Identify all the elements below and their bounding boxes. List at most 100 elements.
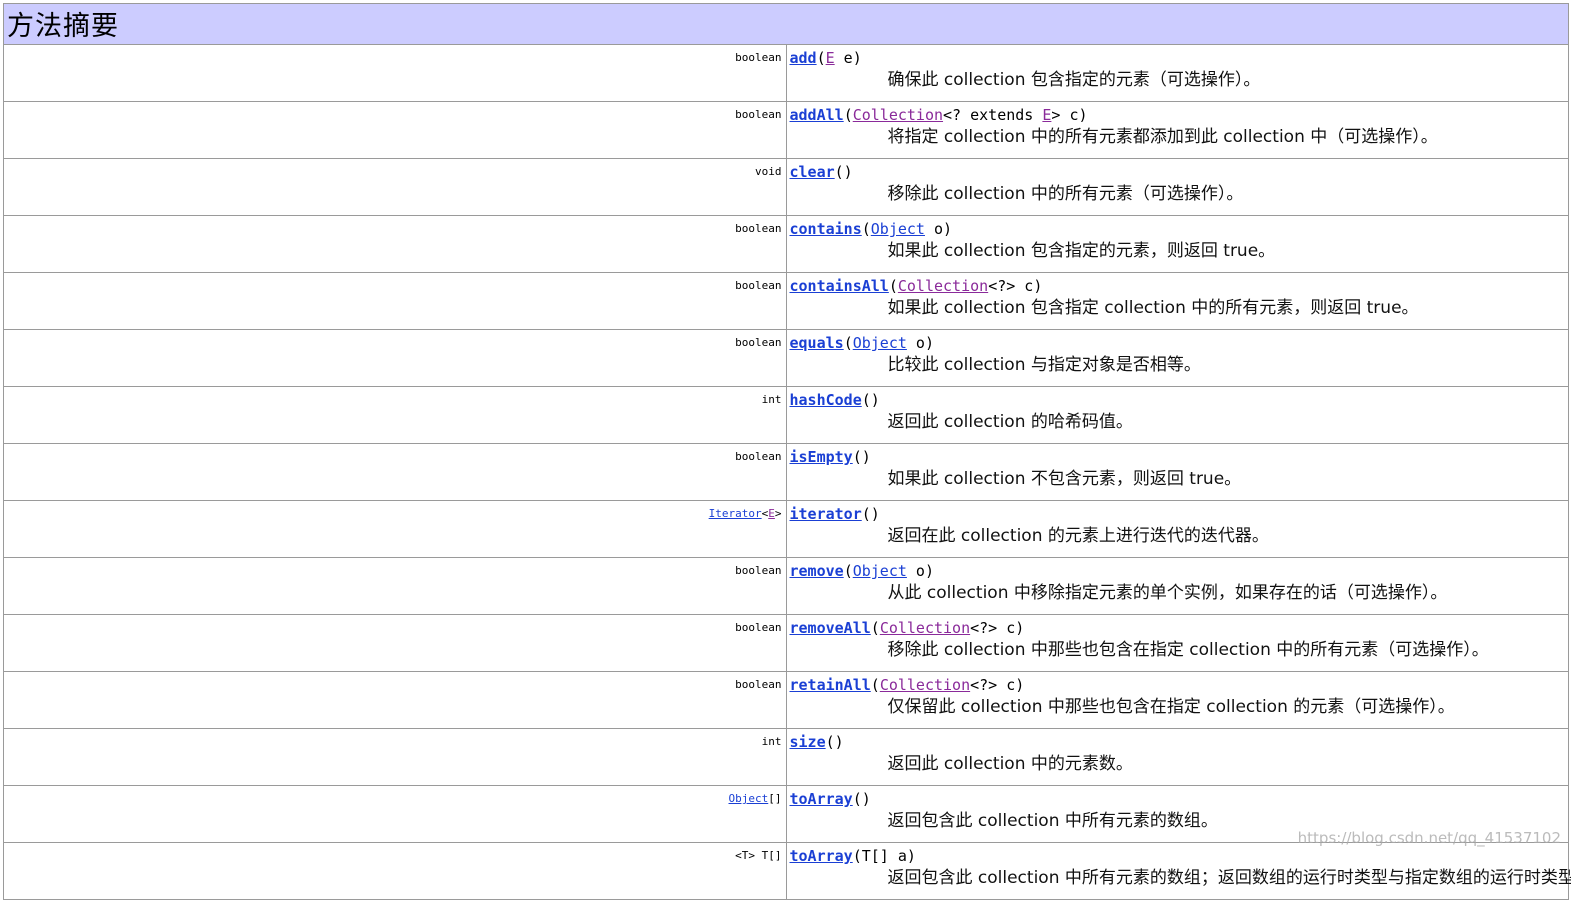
method-detail: isEmpty() 如果此 collection 不包含元素，则返回 true。 [785, 443, 1569, 501]
type-link-Collection[interactable]: Collection [853, 106, 943, 124]
return-type: void [3, 158, 787, 216]
method-description: 返回此 collection 中的元素数。 [887, 754, 1133, 774]
return-type: int [3, 728, 787, 786]
method-link-toArray[interactable]: toArray [790, 790, 853, 808]
method-description: 返回此 collection 的哈希码值。 [887, 412, 1133, 432]
method-signature: retainAll(Collection<?> c) [789, 676, 1025, 694]
method-description: 返回在此 collection 的元素上进行迭代的迭代器。 [887, 526, 1269, 546]
type-link-Collection[interactable]: Collection [880, 619, 970, 637]
method-row-iterator: Iterator<E> iterator() 返回在此 collection 的… [3, 500, 1569, 558]
type-link-Collection[interactable]: Collection [880, 676, 970, 694]
method-row-toArray-generic: <T> T[] toArray(T[] a) 返回包含此 collection … [3, 842, 1571, 900]
method-signature: equals(Object o) [789, 334, 935, 352]
method-link-addAll[interactable]: addAll [790, 106, 844, 124]
method-signature: addAll(Collection<? extends E> c) [789, 106, 1088, 124]
method-link-remove[interactable]: remove [790, 562, 844, 580]
method-description: 如果此 collection 不包含元素，则返回 true。 [887, 469, 1242, 489]
return-type: boolean [3, 329, 787, 387]
method-row-size: int size() 返回此 collection 中的元素数。 [3, 728, 1569, 786]
method-signature: add(E e) [789, 49, 862, 67]
method-link-size[interactable]: size [790, 733, 826, 751]
method-row-retainAll: boolean retainAll(Collection<?> c) 仅保留此 … [3, 671, 1569, 729]
method-link-isEmpty[interactable]: isEmpty [790, 448, 853, 466]
return-type: int [3, 386, 787, 444]
type-link-Object[interactable]: Object [853, 562, 907, 580]
method-row-remove: boolean remove(Object o) 从此 collection 中… [3, 557, 1569, 615]
return-type: boolean [3, 557, 787, 615]
method-link-retainAll[interactable]: retainAll [790, 676, 871, 694]
return-type: boolean [3, 215, 787, 273]
method-signature: removeAll(Collection<?> c) [789, 619, 1025, 637]
method-summary-header-row: 方法摘要 [3, 3, 1569, 45]
method-detail: containsAll(Collection<?> c) 如果此 collect… [785, 272, 1569, 330]
method-description: 将指定 collection 中的所有元素都添加到此 collection 中（… [887, 127, 1438, 147]
method-summary-header: 方法摘要 [3, 3, 1569, 45]
method-row-add: boolean add(E e) 确保此 collection 包含指定的元素（… [3, 44, 1569, 102]
return-type: boolean [3, 44, 787, 102]
method-description: 从此 collection 中移除指定元素的单个实例，如果存在的话（可选操作）。 [887, 583, 1448, 603]
method-signature: size() [789, 733, 844, 751]
method-row-contains: boolean contains(Object o) 如果此 collectio… [3, 215, 1569, 273]
method-signature: toArray() [789, 790, 871, 808]
method-row-addAll: boolean addAll(Collection<? extends E> c… [3, 101, 1569, 159]
method-detail: hashCode() 返回此 collection 的哈希码值。 [785, 386, 1569, 444]
method-row-equals: boolean equals(Object o) 比较此 collection … [3, 329, 1569, 387]
method-summary-page: 方法摘要 boolean add(E e) 确保此 collection 包含指… [3, 3, 1571, 900]
method-link-removeAll[interactable]: removeAll [790, 619, 871, 637]
type-link-Object[interactable]: Object [853, 334, 907, 352]
return-type: boolean [3, 272, 787, 330]
type-link-Object[interactable]: Object [729, 792, 769, 805]
return-type: boolean [3, 101, 787, 159]
method-link-containsAll[interactable]: containsAll [790, 277, 889, 295]
method-link-clear[interactable]: clear [790, 163, 835, 181]
return-type: <T> T[] [3, 842, 787, 900]
method-signature: isEmpty() [789, 448, 871, 466]
method-link-equals[interactable]: equals [790, 334, 844, 352]
type-link-E[interactable]: E [826, 49, 835, 67]
return-type: boolean [3, 443, 787, 501]
page-title: 方法摘要 [7, 10, 119, 42]
method-signature: hashCode() [789, 391, 880, 409]
method-detail: toArray(T[] a) 返回包含此 collection 中所有元素的数组… [785, 842, 1571, 900]
type-link-Object[interactable]: Object [871, 220, 925, 238]
type-link-Collection[interactable]: Collection [898, 277, 988, 295]
return-type: Iterator<E> [3, 500, 787, 558]
method-description: 移除此 collection 中的所有元素（可选操作）。 [887, 184, 1244, 204]
method-link-iterator[interactable]: iterator [790, 505, 862, 523]
type-link-E[interactable]: E [768, 507, 775, 520]
method-description: 移除此 collection 中那些也包含在指定 collection 中的所有… [887, 640, 1489, 660]
method-detail: addAll(Collection<? extends E> c) 将指定 co… [785, 101, 1569, 159]
method-description: 确保此 collection 包含指定的元素（可选操作）。 [887, 70, 1261, 90]
method-link-hashCode[interactable]: hashCode [790, 391, 862, 409]
return-type: boolean [3, 671, 787, 729]
method-link-add[interactable]: add [790, 49, 817, 67]
method-detail: equals(Object o) 比较此 collection 与指定对象是否相… [785, 329, 1569, 387]
method-link-toArray-generic[interactable]: toArray [790, 847, 853, 865]
method-description: 返回包含此 collection 中所有元素的数组；返回数组的运行时类型与指定数… [887, 868, 1571, 888]
watermark: https://blog.csdn.net/qq_41537102 [1297, 829, 1561, 847]
method-detail: size() 返回此 collection 中的元素数。 [785, 728, 1569, 786]
method-summary-table: 方法摘要 boolean add(E e) 确保此 collection 包含指… [3, 3, 1571, 900]
method-row-clear: void clear() 移除此 collection 中的所有元素（可选操作）… [3, 158, 1569, 216]
method-description: 仅保留此 collection 中那些也包含在指定 collection 的元素… [887, 697, 1455, 717]
method-row-containsAll: boolean containsAll(Collection<?> c) 如果此… [3, 272, 1569, 330]
method-row-isEmpty: boolean isEmpty() 如果此 collection 不包含元素，则… [3, 443, 1569, 501]
method-description: 如果此 collection 包含指定 collection 中的所有元素，则返… [887, 298, 1419, 318]
method-row-hashCode: int hashCode() 返回此 collection 的哈希码值。 [3, 386, 1569, 444]
method-signature: remove(Object o) [789, 562, 935, 580]
method-description: 比较此 collection 与指定对象是否相等。 [887, 355, 1201, 375]
method-signature: iterator() [789, 505, 880, 523]
method-detail: add(E e) 确保此 collection 包含指定的元素（可选操作）。 [785, 44, 1569, 102]
return-type: boolean [3, 614, 787, 672]
type-link-Iterator[interactable]: Iterator [709, 507, 762, 520]
method-description: 如果此 collection 包含指定的元素，则返回 true。 [887, 241, 1276, 261]
method-row-removeAll: boolean removeAll(Collection<?> c) 移除此 c… [3, 614, 1569, 672]
method-link-contains[interactable]: contains [790, 220, 862, 238]
method-detail: remove(Object o) 从此 collection 中移除指定元素的单… [785, 557, 1569, 615]
method-detail: retainAll(Collection<?> c) 仅保留此 collecti… [785, 671, 1569, 729]
method-detail: removeAll(Collection<?> c) 移除此 collectio… [785, 614, 1569, 672]
method-detail: clear() 移除此 collection 中的所有元素（可选操作）。 [785, 158, 1569, 216]
method-detail: iterator() 返回在此 collection 的元素上进行迭代的迭代器。 [785, 500, 1569, 558]
method-signature: contains(Object o) [789, 220, 953, 238]
method-detail: contains(Object o) 如果此 collection 包含指定的元… [785, 215, 1569, 273]
